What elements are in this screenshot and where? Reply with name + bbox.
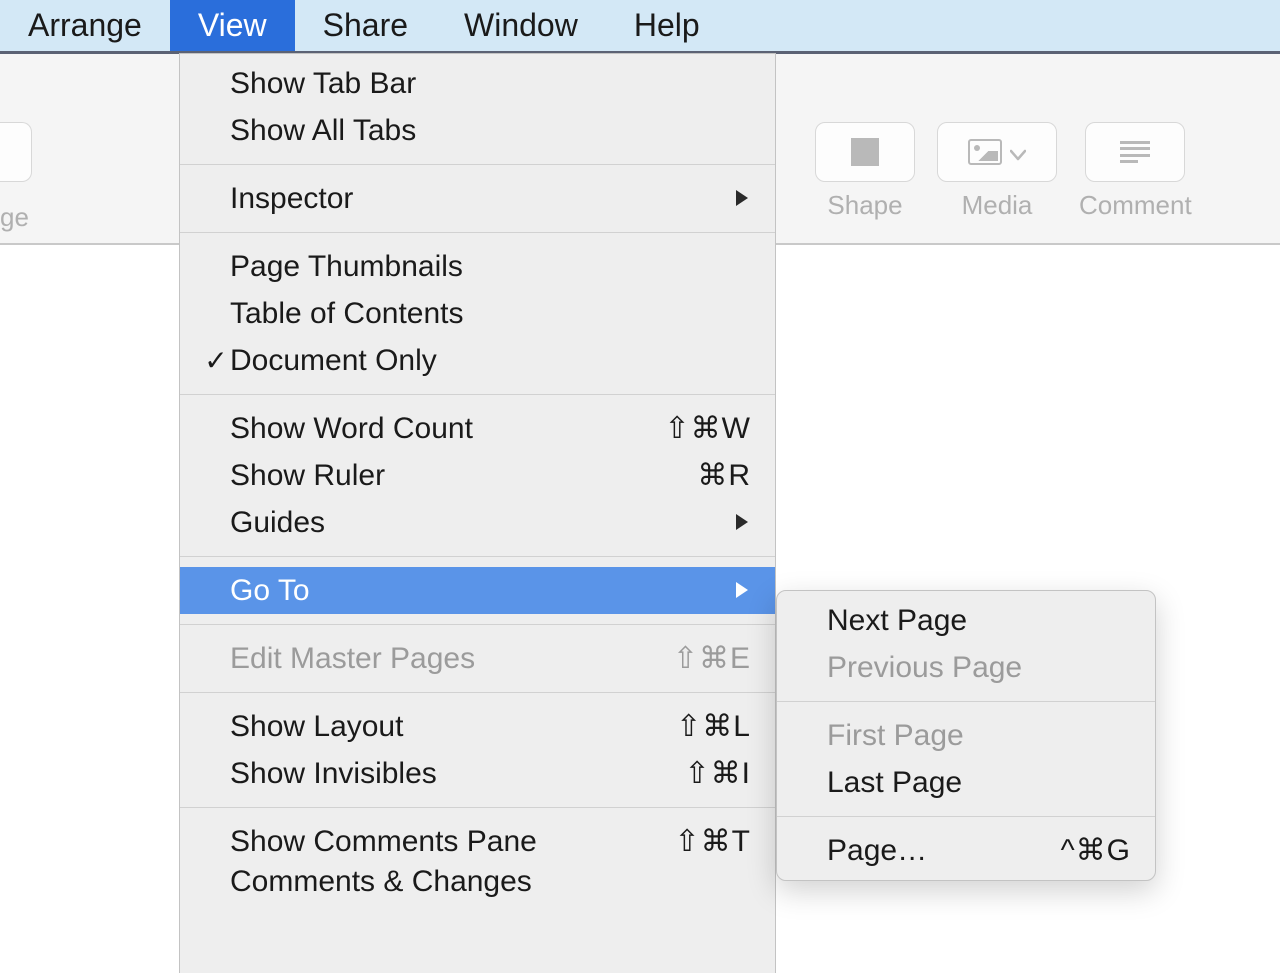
menu-separator bbox=[180, 556, 775, 557]
check-icon: ✓ bbox=[202, 344, 230, 377]
menu-separator bbox=[777, 701, 1155, 702]
menu-window[interactable]: Window bbox=[436, 0, 606, 51]
picture-icon bbox=[968, 139, 1002, 165]
menu-separator bbox=[180, 394, 775, 395]
shortcut: ⇧⌘E bbox=[673, 641, 751, 676]
shortcut: ⇧⌘W bbox=[665, 411, 751, 446]
menu-separator bbox=[180, 232, 775, 233]
menuitem-edit-master-pages: Edit Master Pages ⇧⌘E bbox=[180, 635, 775, 682]
view-menu: Show Tab Bar Show All Tabs Inspector Pag… bbox=[179, 53, 776, 973]
media-label: Media bbox=[962, 190, 1033, 221]
shortcut: ^⌘G bbox=[1061, 833, 1131, 868]
menu-share[interactable]: Share bbox=[295, 0, 436, 51]
menuitem-show-ruler[interactable]: Show Ruler ⌘R bbox=[180, 452, 775, 499]
shape-button[interactable] bbox=[815, 122, 915, 182]
shape-icon bbox=[851, 138, 879, 166]
submenu-arrow-icon bbox=[733, 182, 751, 216]
toolbar-button-cut-left[interactable] bbox=[0, 122, 32, 182]
shortcut: ⇧⌘L bbox=[676, 709, 751, 744]
menuitem-next-page[interactable]: Next Page bbox=[777, 597, 1155, 644]
menuitem-page-number[interactable]: Page… ^⌘G bbox=[777, 827, 1155, 874]
menuitem-page-thumbnails[interactable]: Page Thumbnails bbox=[180, 243, 775, 290]
go-to-submenu: Next Page Previous Page First Page Last … bbox=[776, 590, 1156, 881]
submenu-arrow-icon bbox=[733, 506, 751, 540]
menuitem-comments-changes[interactable]: Comments & Changes bbox=[180, 865, 775, 895]
menuitem-document-only[interactable]: ✓ Document Only bbox=[180, 337, 775, 384]
menuitem-go-to[interactable]: Go To bbox=[180, 567, 775, 614]
submenu-arrow-icon bbox=[733, 574, 751, 608]
menuitem-show-invisibles[interactable]: Show Invisibles ⇧⌘I bbox=[180, 750, 775, 797]
menubar: Arrange View Share Window Help bbox=[0, 0, 1280, 54]
toolbar-buttons: Shape Media Comment bbox=[815, 122, 1192, 221]
menuitem-show-tab-bar[interactable]: Show Tab Bar bbox=[180, 60, 775, 107]
menu-separator bbox=[180, 692, 775, 693]
toolbar-label-cut-left: ge bbox=[0, 202, 29, 233]
menuitem-show-layout[interactable]: Show Layout ⇧⌘L bbox=[180, 703, 775, 750]
menuitem-show-word-count[interactable]: Show Word Count ⇧⌘W bbox=[180, 405, 775, 452]
menuitem-previous-page: Previous Page bbox=[777, 644, 1155, 691]
comment-button[interactable] bbox=[1085, 122, 1185, 182]
menuitem-first-page: First Page bbox=[777, 712, 1155, 759]
menu-separator bbox=[777, 816, 1155, 817]
menuitem-inspector[interactable]: Inspector bbox=[180, 175, 775, 222]
menu-view[interactable]: View bbox=[170, 0, 295, 51]
menuitem-table-of-contents[interactable]: Table of Contents bbox=[180, 290, 775, 337]
media-button[interactable] bbox=[937, 122, 1057, 182]
menuitem-show-all-tabs[interactable]: Show All Tabs bbox=[180, 107, 775, 154]
menu-separator bbox=[180, 164, 775, 165]
menu-help[interactable]: Help bbox=[606, 0, 728, 51]
menu-arrange[interactable]: Arrange bbox=[0, 0, 170, 51]
menuitem-guides[interactable]: Guides bbox=[180, 499, 775, 546]
shortcut: ⌘R bbox=[697, 458, 751, 493]
shortcut: ⇧⌘I bbox=[685, 756, 751, 791]
shortcut: ⇧⌘T bbox=[675, 824, 751, 859]
comment-icon bbox=[1120, 141, 1150, 163]
chevron-down-icon bbox=[1010, 135, 1026, 169]
menu-separator bbox=[180, 624, 775, 625]
menu-separator bbox=[180, 807, 775, 808]
shape-label: Shape bbox=[827, 190, 902, 221]
menuitem-show-comments-pane[interactable]: Show Comments Pane ⇧⌘T bbox=[180, 818, 775, 865]
comment-label: Comment bbox=[1079, 190, 1192, 221]
menuitem-last-page[interactable]: Last Page bbox=[777, 759, 1155, 806]
